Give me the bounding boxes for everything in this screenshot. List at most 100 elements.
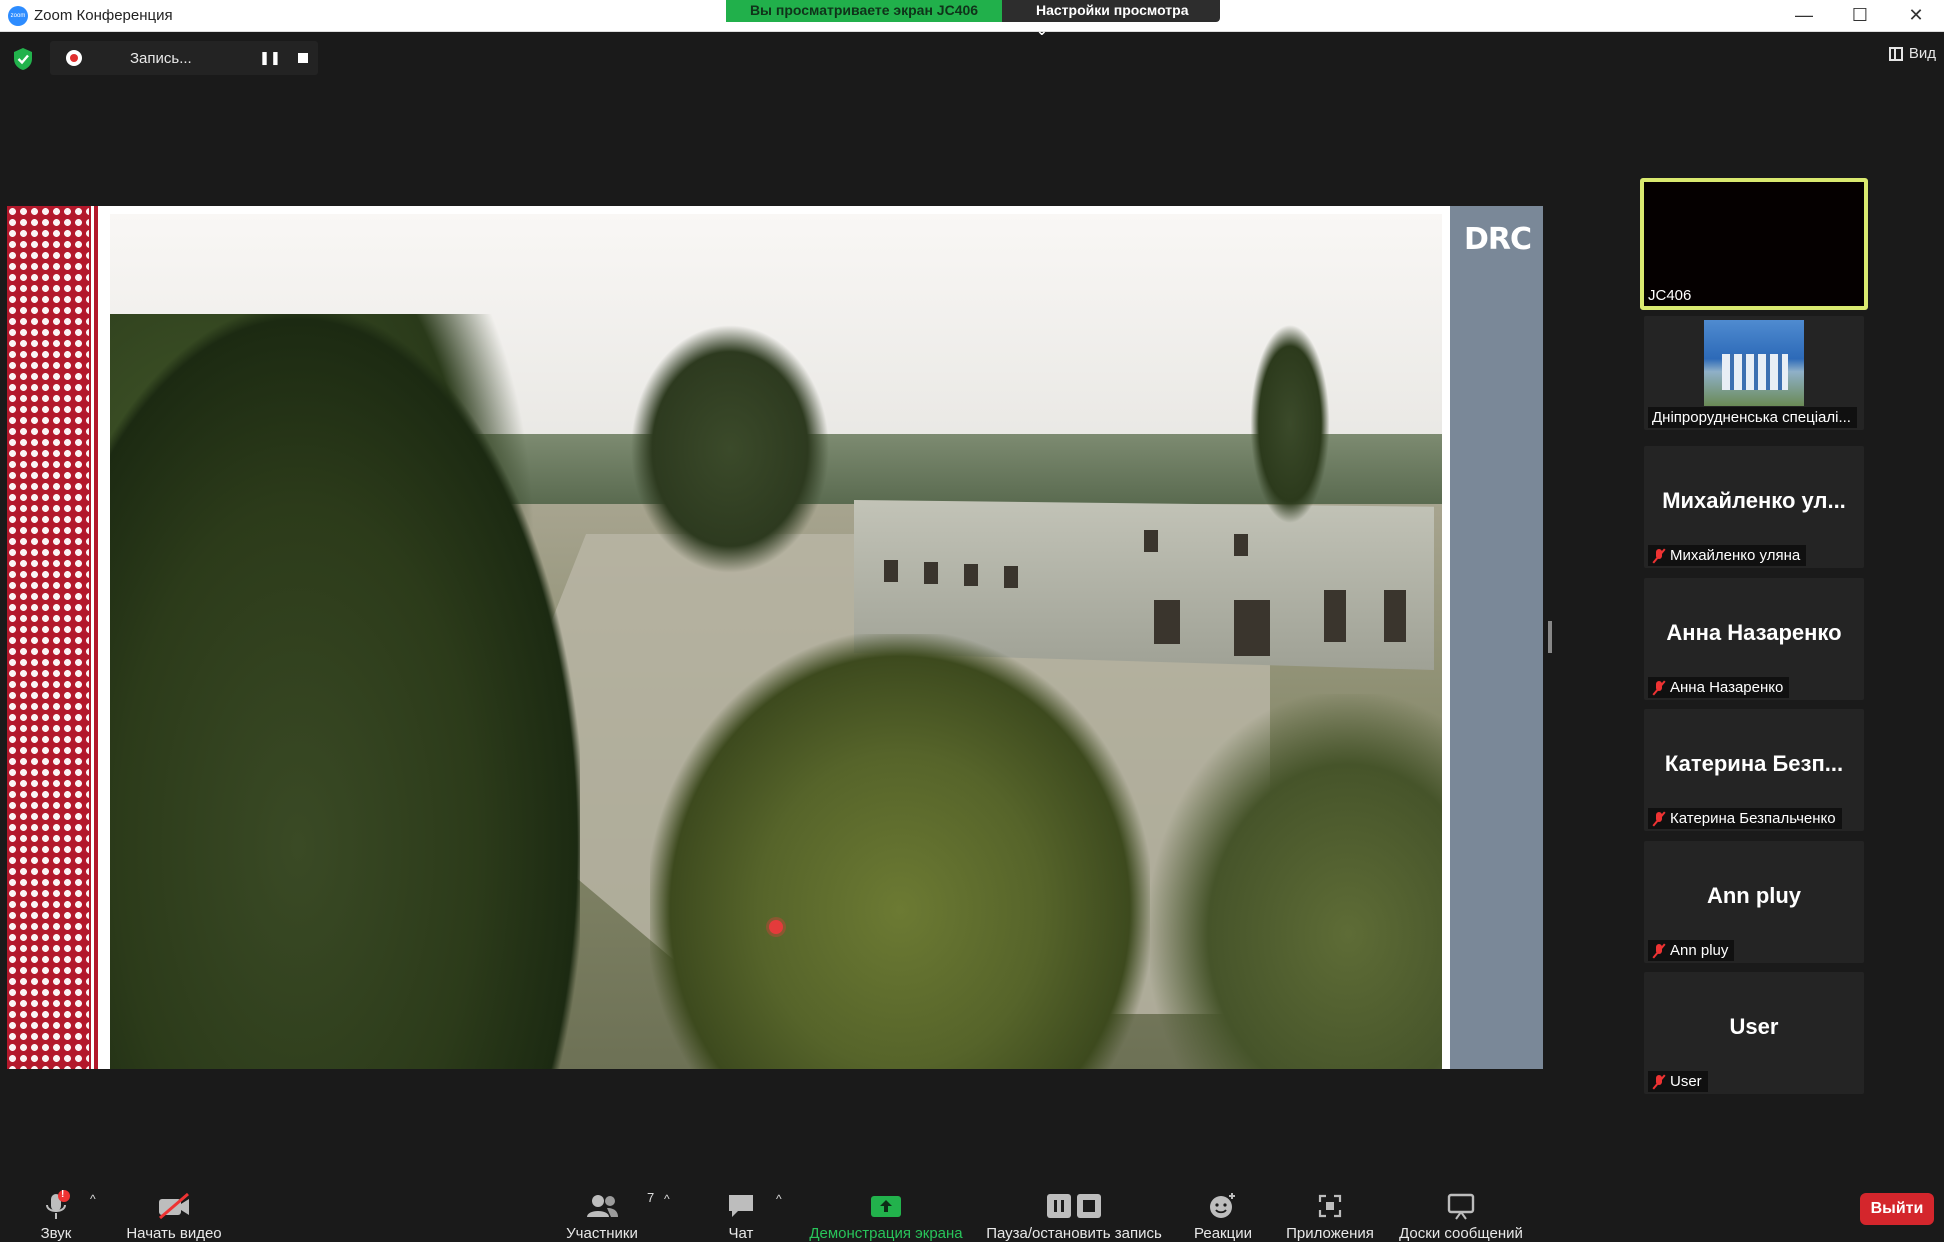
building-window bbox=[1004, 566, 1018, 588]
pause-recording-button[interactable]: ❚❚ bbox=[257, 45, 283, 71]
video-tile-participant[interactable]: Михайленко ул... Михайленко уляна bbox=[1644, 446, 1864, 568]
participant-name: User bbox=[1648, 1071, 1708, 1092]
building-door bbox=[1324, 590, 1346, 642]
participant-big-name: Анна Назаренко bbox=[1666, 620, 1842, 645]
participants-icon bbox=[587, 1194, 618, 1217]
participant-name-text: Дніпрорудненська спеціалі... bbox=[1652, 409, 1851, 426]
audio-options-caret[interactable]: ^ bbox=[90, 1192, 96, 1206]
participant-big-name: Ann pluy bbox=[1706, 883, 1802, 908]
building-window bbox=[924, 562, 938, 584]
photo-bush bbox=[650, 634, 1150, 1069]
apps-icon bbox=[1318, 1194, 1342, 1217]
participant-big-name: User bbox=[1729, 1014, 1779, 1039]
building-window bbox=[1234, 534, 1248, 556]
audio-alert-badge: ! bbox=[61, 1189, 65, 1200]
reactions-button[interactable]: Реакции bbox=[1192, 1160, 1254, 1242]
minimize-button[interactable]: — bbox=[1776, 0, 1832, 32]
mic-muted-icon bbox=[1652, 548, 1666, 564]
share-banner: Вы просматриваете экран JC406 Настройки … bbox=[726, 0, 1220, 38]
window-titlebar: zoom Zoom Конференция Вы просматриваете … bbox=[0, 0, 1944, 38]
mic-muted-icon bbox=[1652, 811, 1666, 827]
chat-button[interactable]: Чат bbox=[726, 1160, 756, 1242]
reactions-label: Реакции bbox=[1194, 1225, 1252, 1242]
audio-label: Звук bbox=[40, 1225, 72, 1242]
chat-options-caret[interactable]: ^ bbox=[776, 1192, 782, 1206]
participant-name-text: User bbox=[1670, 1073, 1702, 1090]
building-door bbox=[1384, 590, 1406, 642]
video-tile-jc406[interactable]: JC406 bbox=[1640, 178, 1868, 310]
photo-trees bbox=[630, 324, 830, 574]
photo-trees bbox=[110, 314, 580, 1069]
chat-label: Чат bbox=[728, 1225, 754, 1242]
view-layout-icon bbox=[1888, 46, 1903, 61]
photo-trees bbox=[1150, 694, 1442, 1069]
participant-name: Михайленко уляна bbox=[1648, 545, 1807, 566]
window-title: Zoom Конференция bbox=[34, 7, 173, 24]
encryption-shield-icon[interactable] bbox=[12, 47, 34, 71]
participant-big-name: Михайленко ул... bbox=[1662, 488, 1846, 513]
recording-dot-icon bbox=[66, 50, 82, 66]
meeting-toolbar: ! Звук ^ Начать видео 7 Участники ^ Чат … bbox=[0, 1160, 1944, 1242]
building-window bbox=[1144, 530, 1158, 552]
slide-gray-border: DRC bbox=[1442, 206, 1543, 1069]
slide-stripe bbox=[91, 206, 94, 1069]
whiteboards-button[interactable]: Доски сообщений bbox=[1396, 1160, 1526, 1242]
reactions-smiley-icon bbox=[1210, 1192, 1235, 1218]
chat-icon bbox=[729, 1194, 753, 1217]
maximize-button[interactable]: ☐ bbox=[1832, 0, 1888, 32]
view-button-label: Вид bbox=[1908, 45, 1936, 62]
participants-options-caret[interactable]: ^ bbox=[664, 1192, 670, 1206]
pause-stop-recording-button[interactable]: Пауза/остановить запись bbox=[984, 1160, 1164, 1242]
recording-bar: Запись... ❚❚ bbox=[50, 41, 318, 75]
start-video-button[interactable]: Начать видео bbox=[124, 1160, 224, 1242]
video-tile-participant[interactable]: User User bbox=[1644, 972, 1864, 1094]
meeting-topbar: Запись... ❚❚ Вид bbox=[0, 33, 1944, 83]
video-tile-participant[interactable]: Анна Назаренко Анна Назаренко bbox=[1644, 578, 1864, 700]
apps-button[interactable]: Приложения bbox=[1284, 1160, 1376, 1242]
zoom-app-icon: zoom bbox=[8, 6, 28, 26]
photo-trees bbox=[1250, 324, 1330, 524]
building-window bbox=[884, 560, 898, 582]
drc-logo: DRC bbox=[1464, 222, 1532, 257]
participant-name: Катерина Безпальченко bbox=[1648, 808, 1842, 829]
close-window-button[interactable]: ✕ bbox=[1888, 0, 1944, 32]
slide-stripe bbox=[1442, 206, 1446, 1069]
start-video-label: Начать видео bbox=[126, 1225, 222, 1242]
share-screen-icon bbox=[871, 1195, 901, 1217]
video-tile-participant[interactable]: Дніпрорудненська спеціалі... bbox=[1644, 316, 1864, 430]
view-button[interactable]: Вид bbox=[1888, 45, 1936, 62]
pause-stop-recording-icon bbox=[1047, 1193, 1101, 1218]
shared-screen[interactable]: DRC bbox=[7, 206, 1543, 1069]
building-door bbox=[1234, 600, 1270, 656]
video-tile-participant[interactable]: Ann pluy Ann pluy bbox=[1644, 841, 1864, 963]
slide-dot-pattern bbox=[7, 206, 89, 1069]
viewing-screen-label: Вы просматриваете экран JC406 bbox=[726, 0, 1002, 22]
participants-count: 7 bbox=[647, 1190, 655, 1205]
participants-label: Участники bbox=[566, 1225, 638, 1242]
apps-label: Приложения bbox=[1286, 1225, 1374, 1242]
pause-stop-recording-label: Пауза/остановить запись bbox=[986, 1225, 1162, 1242]
participants-button[interactable]: 7 Участники bbox=[562, 1160, 654, 1242]
whiteboards-label: Доски сообщений bbox=[1399, 1225, 1523, 1242]
slide-stripe bbox=[98, 206, 103, 1069]
audio-button[interactable]: ! Звук bbox=[36, 1160, 76, 1242]
participant-name: JC406 bbox=[1648, 287, 1692, 304]
mic-muted-icon bbox=[1652, 943, 1666, 959]
participant-name: Дніпрорудненська спеціалі... bbox=[1648, 407, 1857, 428]
microphone-icon bbox=[46, 1189, 70, 1219]
panel-splitter-handle[interactable] bbox=[1548, 621, 1552, 653]
view-options-button[interactable]: Настройки просмотра ⌄ bbox=[1002, 0, 1220, 38]
video-tile-participant[interactable]: Катерина Безп... Катерина Безпальченко bbox=[1644, 709, 1864, 831]
participant-name: Анна Назаренко bbox=[1648, 677, 1790, 698]
building-window bbox=[964, 564, 978, 586]
participant-name-text: Ann pluy bbox=[1670, 942, 1729, 959]
remote-pointer bbox=[769, 920, 783, 934]
share-screen-button[interactable]: Демонстрация экрана bbox=[807, 1160, 965, 1242]
participant-name-text: Катерина Безпальченко bbox=[1670, 810, 1836, 827]
mic-muted-icon bbox=[1652, 680, 1666, 696]
mic-muted-icon bbox=[1652, 1074, 1666, 1090]
leave-meeting-button[interactable]: Выйти bbox=[1860, 1193, 1934, 1225]
stop-recording-button[interactable] bbox=[290, 45, 316, 71]
video-off-icon bbox=[159, 1192, 189, 1219]
slide-red-border bbox=[7, 206, 103, 1069]
